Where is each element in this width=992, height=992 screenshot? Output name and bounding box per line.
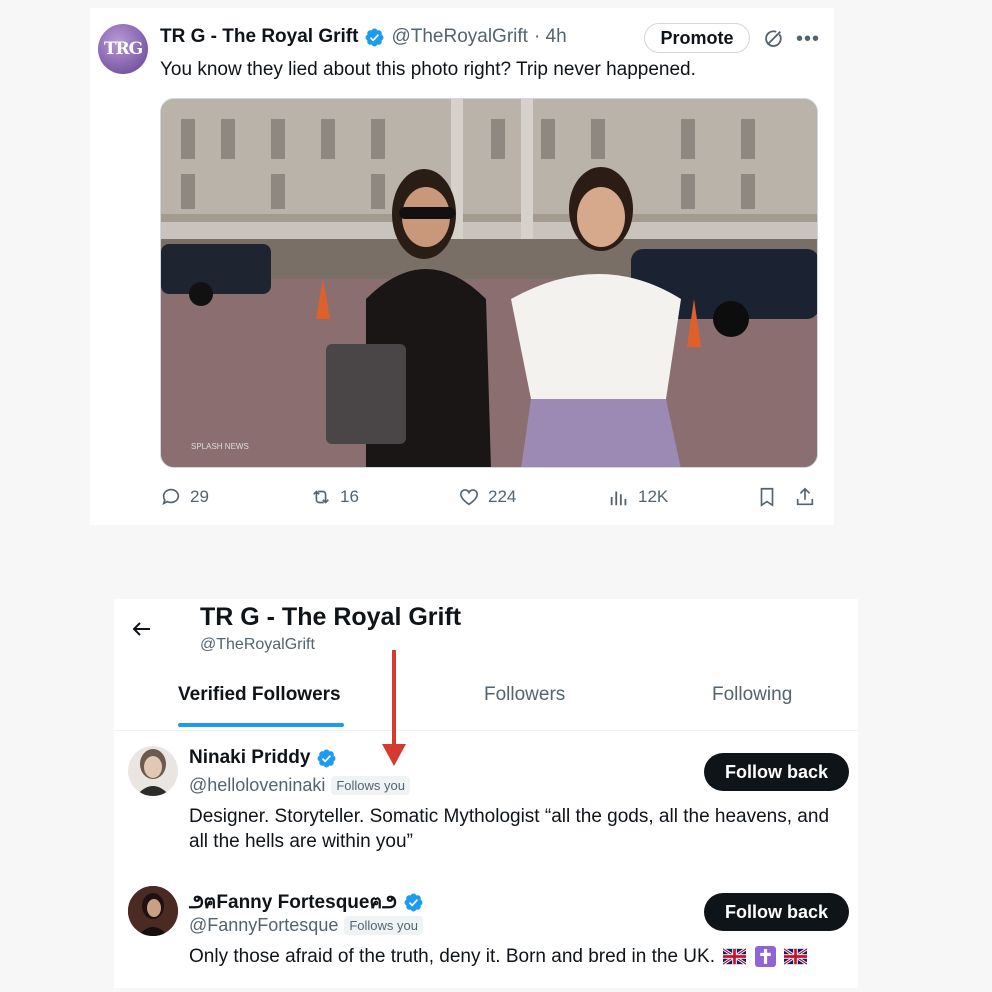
follower-handle[interactable]: @helloloveninaki xyxy=(189,775,325,796)
follower-handle-line: @FannyFortesque Follows you xyxy=(189,915,423,936)
analytics-icon xyxy=(610,491,627,506)
reply-icon xyxy=(162,488,180,506)
bookmark-button[interactable] xyxy=(756,486,786,508)
avatar[interactable] xyxy=(128,886,178,936)
follower-bio: Designer. Storyteller. Somatic Mythologi… xyxy=(189,806,830,852)
more-options-icon[interactable]: ••• xyxy=(796,29,820,49)
heart-icon xyxy=(459,489,479,506)
latin-cross-icon xyxy=(754,946,776,968)
tweet-time[interactable]: · 4h xyxy=(534,26,567,48)
follower-name[interactable]: ౨ฅFanny Fortesqueฅ౨ xyxy=(189,887,424,918)
follow-back-button[interactable]: Follow back xyxy=(704,893,849,931)
follower-handle-line: @helloloveninaki Follows you xyxy=(189,775,410,796)
tweet-card: TRG TR G - The Royal Grift @TheRoyalGrif… xyxy=(90,8,834,525)
author-name[interactable]: TR G - The Royal Grift xyxy=(160,26,358,48)
avatar[interactable] xyxy=(128,746,178,796)
verified-badge-icon xyxy=(365,28,384,46)
tweet-text: You know they lied about this photo righ… xyxy=(160,59,696,80)
tweet-photo[interactable]: SPLASH NEWS xyxy=(160,98,818,468)
tab-followers[interactable]: Followers xyxy=(484,684,565,706)
tweet-header: TR G - The Royal Grift @TheRoyalGrift · … xyxy=(160,24,567,50)
annotation-arrow-shaft xyxy=(392,650,396,750)
follower-bio: Only those afraid of the truth, deny it.… xyxy=(189,944,839,969)
photo-credit: SPLASH NEWS xyxy=(191,442,249,451)
view-count: 12K xyxy=(638,487,669,506)
follower-bio-text: Only those afraid of the truth, deny it.… xyxy=(189,946,715,967)
retweet-icon xyxy=(313,490,329,504)
author-handle[interactable]: @TheRoyalGrift xyxy=(391,26,528,48)
follows-you-badge: Follows you xyxy=(331,776,410,795)
verified-badge-icon xyxy=(404,893,423,912)
uk-flag-icon xyxy=(783,948,807,966)
active-tab-indicator xyxy=(178,723,344,727)
back-arrow-icon[interactable] xyxy=(130,617,154,641)
views-button[interactable]: 12K xyxy=(608,486,668,508)
follower-name-text: Ninaki Priddy xyxy=(189,747,311,768)
annotation-arrow-head xyxy=(382,744,406,766)
follows-you-badge: Follows you xyxy=(344,916,423,935)
share-icon xyxy=(796,487,814,506)
followers-panel: TR G - The Royal Grift @TheRoyalGrift Ve… xyxy=(114,599,858,988)
tab-following[interactable]: Following xyxy=(712,684,792,706)
verified-badge-icon xyxy=(317,749,336,767)
tab-verified-followers[interactable]: Verified Followers xyxy=(178,684,341,706)
follower-name[interactable]: Ninaki Priddy xyxy=(189,747,337,769)
reply-count: 29 xyxy=(190,487,209,506)
retweet-count: 16 xyxy=(340,487,359,506)
follow-back-button[interactable]: Follow back xyxy=(704,753,849,791)
avatar-text: TRG xyxy=(103,39,143,59)
follower-handle[interactable]: @FannyFortesque xyxy=(189,915,338,936)
like-button[interactable]: 224 xyxy=(458,486,516,508)
follower-name-text: ౨ฅFanny Fortesqueฅ౨ xyxy=(189,892,397,913)
like-count: 224 xyxy=(488,487,517,506)
promote-button[interactable]: Promote xyxy=(644,23,750,53)
uk-flag-icon xyxy=(723,948,747,966)
profile-handle: @TheRoyalGrift xyxy=(200,636,315,653)
photo-illustration: SPLASH NEWS xyxy=(161,99,817,467)
profile-name: TR G - The Royal Grift xyxy=(200,603,462,631)
reply-button[interactable]: 29 xyxy=(160,486,209,508)
tweet-actions: 29 16 224 12K xyxy=(90,486,834,510)
retweet-button[interactable]: 16 xyxy=(310,486,359,508)
grok-icon[interactable] xyxy=(762,28,784,50)
divider xyxy=(114,730,858,731)
author-avatar[interactable]: TRG xyxy=(98,24,148,74)
bookmark-icon xyxy=(760,487,774,507)
share-button[interactable] xyxy=(794,486,824,508)
